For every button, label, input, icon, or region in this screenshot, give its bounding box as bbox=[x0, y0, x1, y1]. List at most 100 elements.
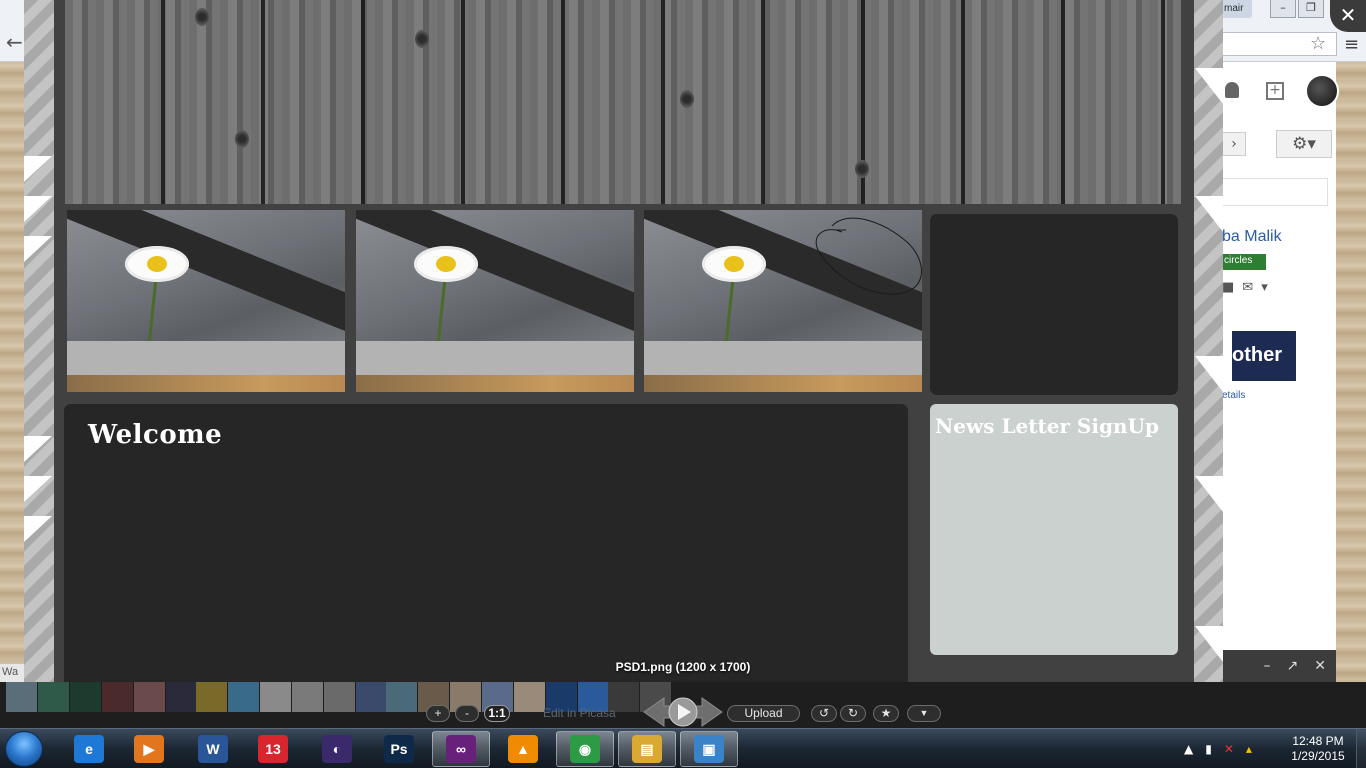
internet-explorer-icon: e bbox=[74, 735, 104, 763]
flower-center bbox=[724, 256, 744, 272]
decorative-triangle bbox=[24, 156, 52, 182]
sidebar-panel bbox=[930, 214, 1178, 395]
flower-stem bbox=[436, 274, 447, 350]
circles-badge[interactable]: circles bbox=[1222, 254, 1266, 270]
decorative-triangle bbox=[24, 196, 52, 222]
details-link[interactable]: etails bbox=[1222, 390, 1245, 401]
promo-banner[interactable]: other bbox=[1232, 331, 1296, 381]
taskbar-chrome[interactable]: ◉ bbox=[556, 731, 614, 767]
microsoft-word-icon: W bbox=[198, 735, 228, 763]
notification-bell-icon[interactable] bbox=[1225, 82, 1239, 98]
profile-name[interactable]: ba Malik bbox=[1222, 228, 1282, 246]
clock[interactable]: 12:48 PM 1/29/2015 bbox=[1282, 734, 1354, 764]
app-13-icon: 13 bbox=[258, 735, 288, 763]
show-desktop-button[interactable] bbox=[1356, 729, 1366, 768]
plank-wood bbox=[644, 374, 922, 392]
rotate-right-button[interactable]: ↻ bbox=[840, 705, 866, 722]
plank-wood bbox=[67, 374, 345, 392]
star-button[interactable]: ★ bbox=[873, 705, 899, 722]
plank-wood bbox=[356, 374, 634, 392]
taskbar-eclipse[interactable]: ◐ bbox=[308, 731, 366, 767]
file-explorer-icon: ▤ bbox=[632, 735, 662, 763]
back-arrow-icon[interactable]: ← bbox=[6, 30, 23, 54]
viewer-left-border bbox=[24, 0, 54, 682]
bookmark-star-icon[interactable]: ☆ bbox=[1310, 33, 1326, 54]
chrome-icon: ◉ bbox=[570, 735, 600, 763]
contact-icons: ■✉▾ bbox=[1222, 280, 1276, 295]
welcome-heading: Welcome bbox=[88, 420, 223, 450]
welcome-panel: Welcome bbox=[64, 404, 908, 682]
picasa-photo-viewer-icon: ▣ bbox=[694, 735, 724, 763]
viewer-close-button[interactable]: ✕ bbox=[1330, 0, 1366, 32]
windows-taskbar: ▲ ▮ ✕ ▴ 12:48 PM 1/29/2015 e ▶ W 13 ◐ Ps ∞ ▲ ◉ ▤ ▣ bbox=[0, 728, 1366, 768]
window-controls: – ❐ bbox=[1270, 0, 1324, 18]
upload-button[interactable]: Upload bbox=[727, 705, 800, 722]
share-plus-icon[interactable]: + bbox=[1266, 82, 1284, 100]
edit-in-picasa-link[interactable]: Edit in Picasa bbox=[543, 706, 616, 720]
wood-knot bbox=[855, 160, 869, 178]
wood-knot bbox=[235, 130, 249, 148]
taskbar-windows-media-player[interactable]: ▶ bbox=[120, 731, 178, 767]
chevron-right-icon[interactable]: › bbox=[1222, 132, 1246, 156]
avatar[interactable] bbox=[1305, 74, 1339, 108]
wood-knot bbox=[415, 30, 429, 48]
system-tray: ▲ ▮ ✕ ▴ bbox=[1184, 729, 1252, 768]
browser-menu-icon[interactable]: ≡ bbox=[1344, 34, 1359, 55]
windows-media-player-icon: ▶ bbox=[134, 735, 164, 763]
decorative-triangle bbox=[1195, 68, 1223, 104]
browser-tab-fragment[interactable]: mair bbox=[1222, 0, 1252, 18]
decorative-triangle bbox=[1195, 356, 1223, 392]
hero-wood-banner bbox=[65, 0, 1181, 204]
flower-center bbox=[436, 256, 456, 272]
search-input[interactable] bbox=[1222, 178, 1328, 206]
eclipse-icon: ◐ bbox=[322, 735, 352, 763]
decorative-triangle bbox=[1195, 476, 1223, 512]
taskbar-microsoft-word[interactable]: W bbox=[184, 731, 242, 767]
visual-studio-icon: ∞ bbox=[446, 735, 476, 763]
caption-bar bbox=[644, 341, 922, 375]
vlc-icon: ▲ bbox=[508, 735, 538, 763]
rotate-left-button[interactable]: ↺ bbox=[811, 705, 837, 722]
zoom-out-button[interactable]: - bbox=[455, 705, 479, 722]
decorative-triangle bbox=[24, 236, 52, 262]
taskbar-picasa-photo-viewer[interactable]: ▣ bbox=[680, 731, 738, 767]
mail-icon[interactable]: ✉ bbox=[1242, 280, 1261, 295]
taskbar-file-explorer[interactable]: ▤ bbox=[618, 731, 676, 767]
daisy-thumbnail-1 bbox=[67, 210, 345, 392]
newsletter-panel: News Letter SignUp bbox=[930, 404, 1178, 655]
decorative-triangle bbox=[24, 436, 52, 462]
decorative-triangle bbox=[24, 476, 52, 502]
maximize-icon[interactable]: ❐ bbox=[1298, 0, 1324, 18]
decorative-triangle bbox=[24, 516, 52, 542]
clock-time: 12:48 PM bbox=[1292, 734, 1344, 748]
video-icon[interactable]: ■ bbox=[1222, 280, 1242, 295]
show-hidden-icons-icon[interactable]: ▲ bbox=[1184, 742, 1193, 756]
dropdown-icon[interactable]: ▾ bbox=[1261, 280, 1276, 295]
taskbar-visual-studio[interactable]: ∞ bbox=[432, 731, 490, 767]
caption-bar bbox=[356, 341, 634, 375]
settings-gear-button[interactable]: ⚙▾ bbox=[1276, 130, 1332, 158]
minimize-icon[interactable]: – bbox=[1270, 0, 1296, 18]
flower-center bbox=[147, 256, 167, 272]
flower-stem bbox=[147, 274, 158, 350]
battery-icon[interactable]: ▮ bbox=[1205, 742, 1212, 756]
volume-muted-icon[interactable]: ✕ bbox=[1224, 742, 1234, 756]
network-icon[interactable]: ▴ bbox=[1246, 742, 1252, 756]
more-options-button[interactable]: ▼ bbox=[907, 705, 941, 722]
image-caption: PSD1.png (1200 x 1700) bbox=[615, 660, 751, 674]
slideshow-navigation bbox=[643, 697, 723, 727]
taskbar-internet-explorer[interactable]: e bbox=[60, 731, 118, 767]
displayed-image: Welcome News Letter SignUp bbox=[54, 0, 1194, 682]
taskbar-photoshop[interactable]: Ps bbox=[370, 731, 428, 767]
actual-size-button[interactable]: 1:1 bbox=[484, 705, 510, 722]
wood-knot bbox=[195, 8, 209, 26]
zoom-in-button[interactable]: + bbox=[426, 705, 450, 722]
start-button[interactable] bbox=[5, 731, 43, 767]
clock-date: 1/29/2015 bbox=[1291, 749, 1345, 763]
newsletter-heading: News Letter SignUp bbox=[935, 414, 1159, 438]
decorative-triangle bbox=[1195, 626, 1223, 662]
taskbar-app-13[interactable]: 13 bbox=[244, 731, 302, 767]
daisy-thumbnail-2 bbox=[356, 210, 634, 392]
taskbar-vlc[interactable]: ▲ bbox=[494, 731, 552, 767]
flower-stem bbox=[724, 274, 735, 350]
